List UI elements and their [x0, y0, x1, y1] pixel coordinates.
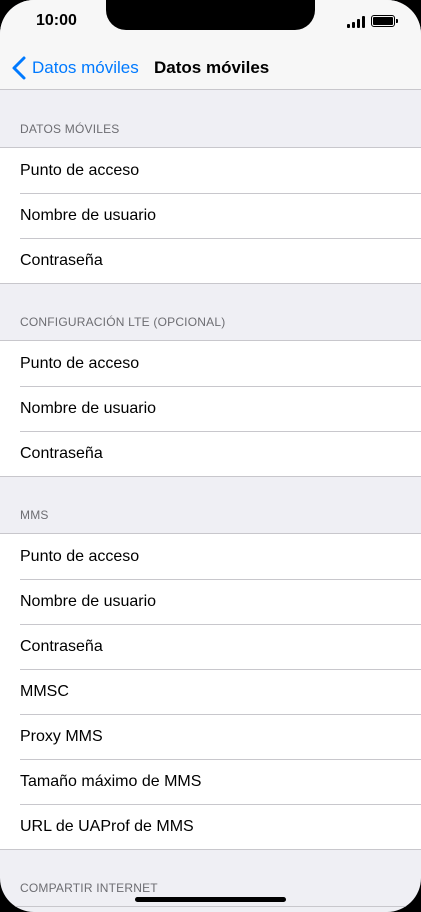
- setting-label: Punto de acceso: [20, 161, 140, 179]
- setting-row-mms-max-size[interactable]: Tamaño máximo de MMS: [0, 759, 421, 804]
- page-title: Datos móviles: [154, 58, 270, 77]
- setting-row-mms-uaprof-url[interactable]: URL de UAProf de MMS: [0, 804, 421, 849]
- setting-row-password[interactable]: Contraseña: [0, 238, 421, 283]
- home-indicator[interactable]: [135, 897, 286, 902]
- setting-label: MMSC: [20, 682, 69, 700]
- setting-row-username[interactable]: Nombre de usuario: [0, 579, 421, 624]
- section-header-lte: CONFIGURACIÓN LTE (OPCIONAL): [20, 315, 226, 329]
- setting-label: Punto de acceso: [20, 547, 140, 565]
- setting-label: URL de UAProf de MMS: [20, 817, 194, 835]
- setting-label: Contraseña: [20, 637, 103, 655]
- back-button[interactable]: Datos móviles: [10, 55, 139, 81]
- section-header-datos-moviles: DATOS MÓVILES: [20, 122, 120, 136]
- notch: [106, 0, 315, 30]
- setting-row-password[interactable]: Contraseña: [0, 624, 421, 669]
- setting-label: Contraseña: [20, 444, 103, 462]
- setting-row-username[interactable]: Nombre de usuario: [0, 193, 421, 238]
- setting-label: Tamaño máximo de MMS: [20, 772, 202, 790]
- setting-row-apn[interactable]: Punto de acceso: [0, 341, 421, 386]
- setting-label: Nombre de usuario: [20, 399, 157, 417]
- phone-screen: 10:00 Datos móviles Datos móviles DATOS …: [0, 0, 421, 912]
- setting-row-password[interactable]: Contraseña: [0, 431, 421, 476]
- setting-row-username[interactable]: Nombre de usuario: [0, 386, 421, 431]
- setting-label: Contraseña: [20, 251, 103, 269]
- setting-label: Punto de acceso: [20, 354, 140, 372]
- setting-row-mms-proxy[interactable]: Proxy MMS: [0, 714, 421, 759]
- section-header-mms: MMS: [20, 508, 49, 522]
- group-lte: Punto de acceso Nombre de usuario Contra…: [0, 340, 421, 477]
- cellular-signal-icon: [347, 16, 365, 28]
- settings-list: DATOS MÓVILES Punto de acceso Nombre de …: [0, 91, 421, 907]
- chevron-left-icon: [12, 56, 26, 80]
- setting-row-apn[interactable]: Punto de acceso: [0, 148, 421, 193]
- setting-label: Proxy MMS: [20, 727, 103, 745]
- setting-row-mmsc[interactable]: MMSC: [0, 669, 421, 714]
- status-time: 10:00: [36, 12, 77, 29]
- group-mms: Punto de acceso Nombre de usuario Contra…: [0, 533, 421, 850]
- battery-icon: [371, 15, 398, 27]
- setting-label: Nombre de usuario: [20, 206, 157, 224]
- group-datos-moviles: Punto de acceso Nombre de usuario Contra…: [0, 147, 421, 284]
- group-compartir-internet: [0, 906, 421, 907]
- top-bar: 10:00 Datos móviles Datos móviles: [0, 0, 421, 90]
- setting-label: Nombre de usuario: [20, 592, 157, 610]
- setting-row-apn[interactable]: Punto de acceso: [0, 534, 421, 579]
- back-label: Datos móviles: [32, 58, 139, 77]
